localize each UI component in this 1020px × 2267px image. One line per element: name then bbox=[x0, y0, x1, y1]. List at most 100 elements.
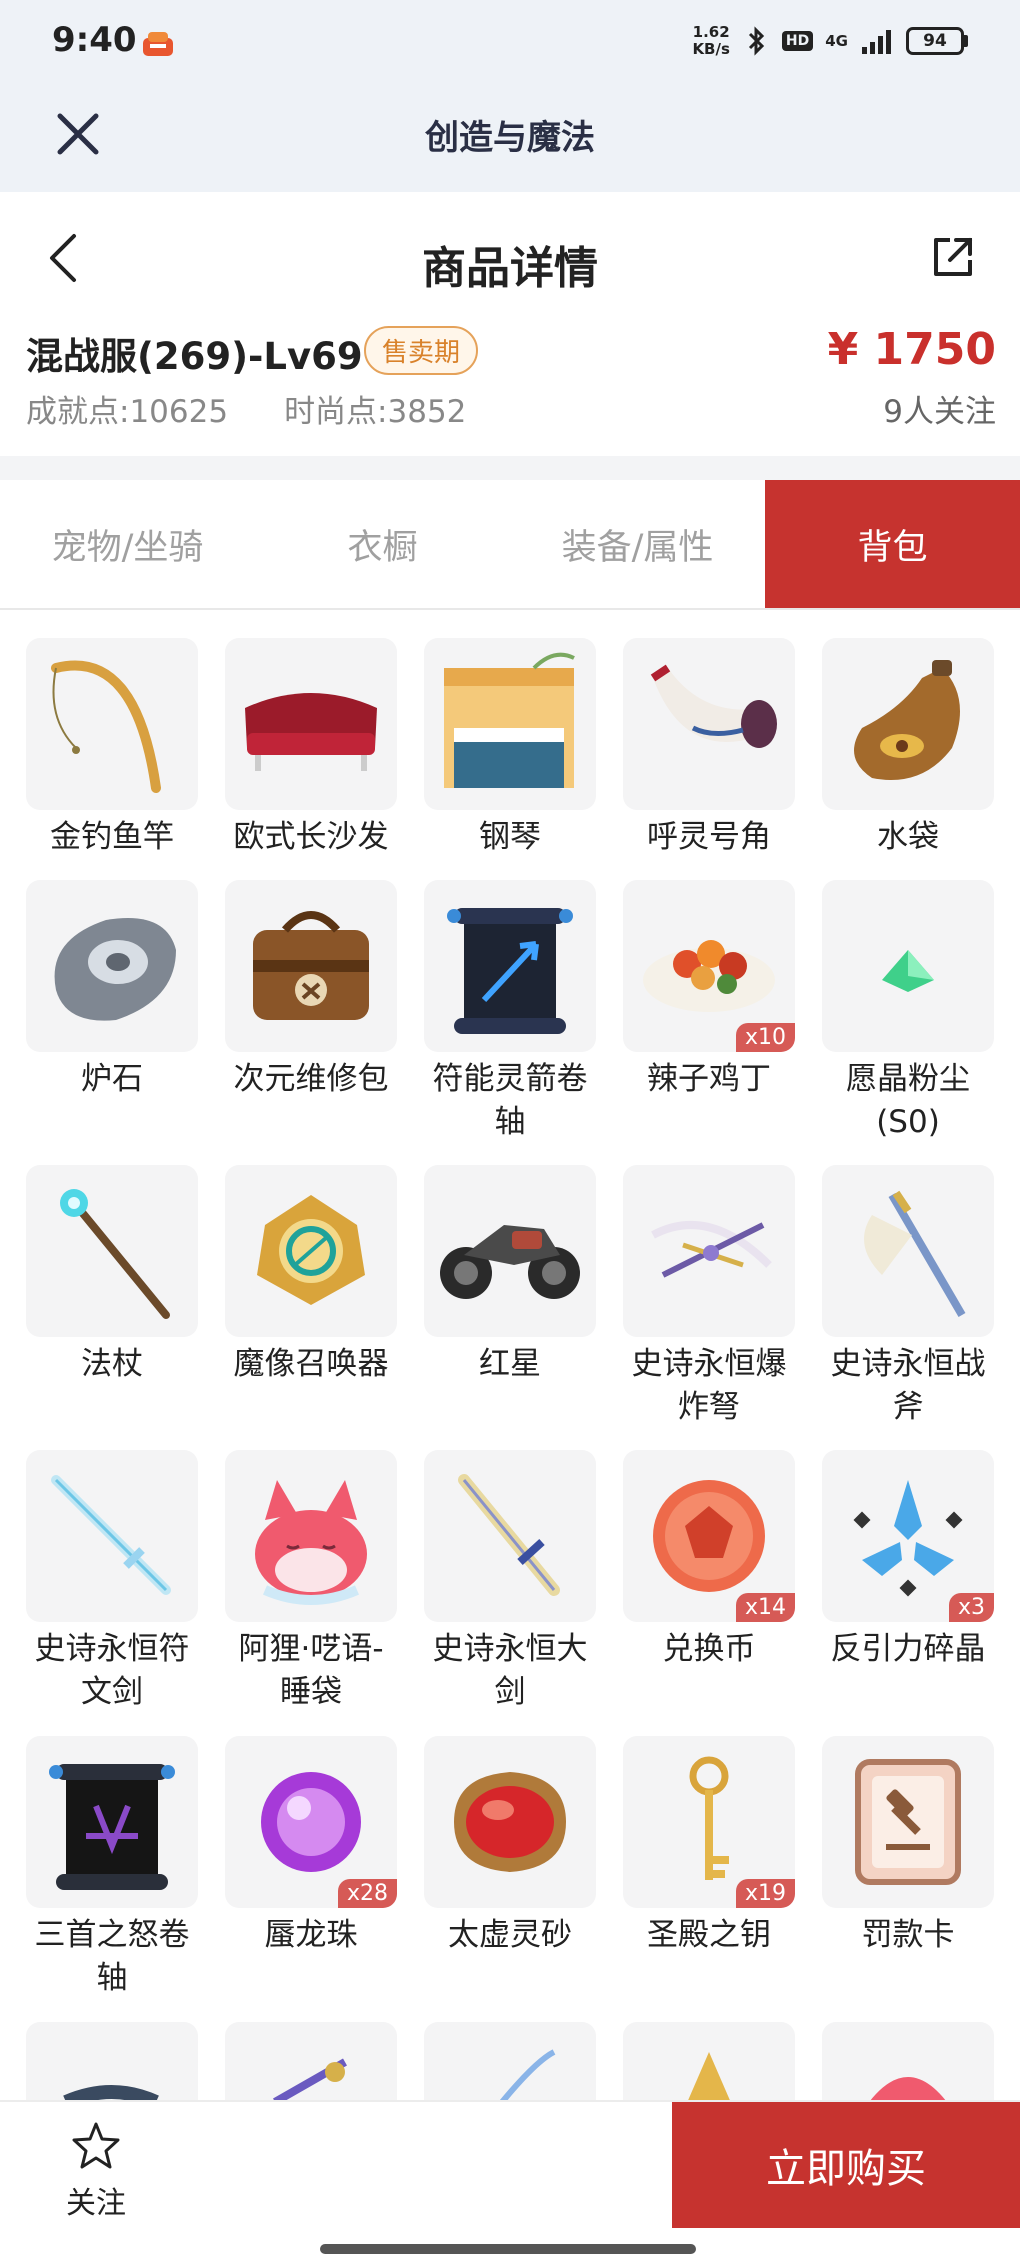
notification-app-icon bbox=[143, 32, 173, 56]
list-item[interactable]: 三首之怒卷轴 bbox=[26, 1736, 198, 2000]
crossbow-icon bbox=[651, 1221, 772, 1278]
account-stats: 成就点:10625 时尚点:3852 bbox=[26, 386, 466, 431]
item-thumb bbox=[822, 638, 994, 810]
motorcycle-icon bbox=[440, 1225, 580, 1299]
item-thumb: x3 bbox=[822, 1450, 994, 1622]
tab-equipment[interactable]: 装备/属性 bbox=[510, 480, 765, 608]
list-item[interactable]: 史诗永恒符文剑 bbox=[26, 1450, 198, 1714]
follow-button[interactable]: 关注 bbox=[56, 2120, 136, 2222]
item-name: 红星 bbox=[479, 1346, 541, 1382]
list-item[interactable]: 史诗永恒战斧 bbox=[822, 1165, 994, 1429]
item-thumb bbox=[26, 1165, 198, 1337]
sofa-icon bbox=[245, 693, 377, 771]
category-tabs: 宠物/坐骑 衣橱 装备/属性 背包 bbox=[0, 480, 1020, 610]
scroll-icon bbox=[447, 908, 573, 1034]
item-count: x10 bbox=[735, 1023, 795, 1052]
item-count: x3 bbox=[948, 1593, 994, 1622]
item-thumb bbox=[424, 1736, 596, 1908]
page-header: 商品详情 bbox=[0, 192, 1020, 332]
hearthstone-icon bbox=[54, 918, 176, 1021]
list-item[interactable]: 罚款卡 bbox=[822, 1736, 994, 1957]
list-item[interactable]: x3 反引力碎晶 bbox=[822, 1450, 994, 1671]
list-item[interactable]: 水袋 bbox=[822, 638, 994, 859]
list-item[interactable]: 史诗永恒大剑 bbox=[424, 1450, 596, 1714]
list-item[interactable]: 呼灵号角 bbox=[623, 638, 795, 859]
list-item[interactable]: 炉石 bbox=[26, 880, 198, 1101]
item-name: 史诗永恒大剑 bbox=[432, 1631, 588, 1710]
list-item[interactable]: x10 辣子鸡丁 bbox=[623, 880, 795, 1101]
item-count: x19 bbox=[735, 1879, 795, 1908]
item-thumb bbox=[26, 880, 198, 1052]
list-item[interactable]: 魔像召唤器 bbox=[225, 1165, 397, 1386]
fox-sleeping-bag-icon bbox=[255, 1480, 367, 1605]
list-item[interactable]: 符能灵箭卷轴 bbox=[424, 880, 596, 1144]
list-item[interactable]: x28 蜃龙珠 bbox=[225, 1736, 397, 1957]
item-name: 史诗永恒爆炸弩 bbox=[631, 1346, 787, 1425]
share-icon[interactable] bbox=[930, 234, 976, 280]
list-item[interactable]: 阿狸·呓语-睡袋 bbox=[225, 1450, 397, 1714]
item-thumb: x19 bbox=[623, 1736, 795, 1908]
item-thumb bbox=[225, 638, 397, 810]
item-name: 炉石 bbox=[81, 1061, 143, 1097]
list-item[interactable]: x19 圣殿之钥 bbox=[623, 1736, 795, 1957]
item-name: 圣殿之钥 bbox=[647, 1917, 771, 1953]
tab-wardrobe[interactable]: 衣橱 bbox=[255, 480, 510, 608]
dark-scroll-icon bbox=[49, 1764, 175, 1890]
list-item[interactable]: 法杖 bbox=[26, 1165, 198, 1386]
item-name: 史诗永恒战斧 bbox=[830, 1346, 986, 1425]
item-thumb bbox=[225, 880, 397, 1052]
price: ¥ 1750 bbox=[827, 324, 996, 375]
item-name: 蜃龙珠 bbox=[264, 1917, 358, 1953]
home-indicator[interactable] bbox=[320, 2244, 696, 2254]
item-thumb bbox=[225, 1450, 397, 1622]
tab-pets-mounts[interactable]: 宠物/坐骑 bbox=[0, 480, 255, 608]
item-name: 兑换币 bbox=[662, 1631, 756, 1667]
list-item[interactable]: 金钓鱼竿 bbox=[26, 638, 198, 859]
rune-sword-icon bbox=[51, 1475, 171, 1595]
item-thumb bbox=[26, 1450, 198, 1622]
item-name: 罚款卡 bbox=[861, 1917, 955, 1953]
achievement-points: 成就点:10625 bbox=[26, 394, 229, 430]
tab-backpack[interactable]: 背包 bbox=[765, 480, 1020, 608]
list-item[interactable]: x14 兑换币 bbox=[623, 1450, 795, 1671]
item-thumb bbox=[424, 638, 596, 810]
item-name: 水袋 bbox=[877, 819, 939, 855]
item-name: 钢琴 bbox=[479, 819, 541, 855]
list-item[interactable]: 钢琴 bbox=[424, 638, 596, 859]
item-thumb: x14 bbox=[623, 1450, 795, 1622]
axe-icon bbox=[864, 1190, 966, 1318]
item-thumb bbox=[623, 638, 795, 810]
item-name: 史诗永恒符文剑 bbox=[34, 1631, 190, 1710]
list-item[interactable]: 欧式长沙发 bbox=[225, 638, 397, 859]
buy-now-button[interactable]: 立即购买 bbox=[672, 2102, 1020, 2228]
app-title: 创造与魔法 bbox=[425, 118, 595, 158]
item-thumb bbox=[822, 1165, 994, 1337]
status-badge: 售卖期 bbox=[364, 326, 479, 375]
item-name: 阿狸·呓语-睡袋 bbox=[238, 1631, 384, 1710]
follow-label: 关注 bbox=[66, 2186, 126, 2221]
staff-icon bbox=[60, 1189, 170, 1319]
list-item[interactable]: 次元维修包 bbox=[225, 880, 397, 1101]
list-item[interactable]: 太虚灵砂 bbox=[424, 1736, 596, 1957]
item-thumb bbox=[424, 1165, 596, 1337]
status-icons: 1.62 KB/s HD 4G 94 bbox=[692, 24, 968, 58]
list-item[interactable]: 红星 bbox=[424, 1165, 596, 1386]
fishing-rod-icon bbox=[51, 660, 161, 793]
item-thumb bbox=[225, 1165, 397, 1337]
item-thumb bbox=[623, 1165, 795, 1337]
bottom-action-bar: 关注 立即购买 bbox=[0, 2100, 1020, 2267]
item-name: 辣子鸡丁 bbox=[647, 1061, 771, 1097]
network-speed: 1.62 KB/s bbox=[692, 24, 729, 58]
section-divider bbox=[0, 456, 1020, 480]
item-name: 欧式长沙发 bbox=[233, 819, 389, 855]
server-name: 混战服(269)-Lv69 bbox=[26, 335, 363, 378]
list-item[interactable]: 史诗永恒爆炸弩 bbox=[623, 1165, 795, 1429]
item-name: 愿晶粉尘(S0) bbox=[846, 1061, 970, 1140]
list-item[interactable]: 愿晶粉尘(S0) bbox=[822, 880, 994, 1144]
item-name: 太虚灵砂 bbox=[448, 1917, 572, 1953]
item-name: 金钓鱼竿 bbox=[50, 819, 174, 855]
item-thumb bbox=[26, 638, 198, 810]
greatsword-icon bbox=[458, 1474, 560, 1596]
bluetooth-icon bbox=[748, 26, 765, 56]
fashion-points: 时尚点:3852 bbox=[284, 394, 467, 430]
